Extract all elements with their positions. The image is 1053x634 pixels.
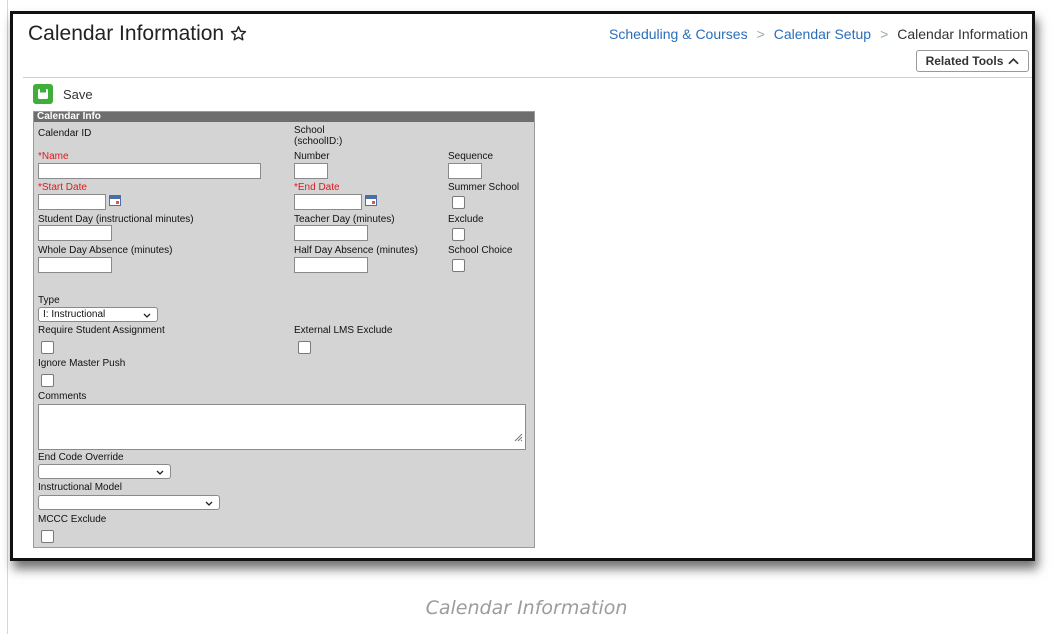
instructional-model-label: Instructional Model [38, 482, 122, 493]
breadcrumb-current: Calendar Information [897, 26, 1028, 42]
whole-day-absence-label: Whole Day Absence (minutes) [38, 245, 173, 256]
require-student-assignment-checkbox[interactable] [41, 341, 54, 354]
related-tools-label: Related Tools [925, 54, 1004, 68]
calendar-icon[interactable] [109, 195, 121, 206]
external-lms-exclude-checkbox[interactable] [298, 341, 311, 354]
sequence-input[interactable] [448, 163, 482, 179]
calendar-id-label: Calendar ID [38, 128, 92, 139]
instructional-model-select[interactable] [38, 495, 220, 510]
exclude-checkbox[interactable] [452, 228, 465, 241]
sequence-label: Sequence [448, 151, 494, 162]
header-divider [23, 77, 1032, 78]
type-label: Type [38, 295, 60, 306]
comments-textarea[interactable] [38, 404, 526, 450]
ignore-master-push-label: Ignore Master Push [38, 358, 126, 369]
end-code-override-select[interactable] [38, 464, 171, 479]
mccc-exclude-checkbox[interactable] [41, 530, 54, 543]
mccc-exclude-label: MCCC Exclude [38, 514, 107, 525]
chevron-up-icon [1008, 54, 1020, 68]
breadcrumb-separator: > [880, 26, 889, 42]
school-choice-checkbox[interactable] [452, 259, 465, 272]
calendar-icon[interactable] [365, 195, 377, 206]
student-day-input[interactable] [38, 225, 112, 241]
resize-grip-icon[interactable] [514, 429, 523, 447]
end-date-label: *End Date [294, 182, 340, 193]
chevron-down-icon [143, 310, 151, 323]
start-date-label: *Start Date [38, 182, 87, 193]
type-select[interactable]: I: Instructional [38, 307, 158, 322]
comments-label: Comments [38, 391, 87, 402]
number-input[interactable] [294, 163, 328, 179]
external-lms-exclude-label: External LMS Exclude [294, 325, 393, 336]
summer-school-label: Summer School [448, 182, 520, 193]
calendar-information-window: Calendar Information Scheduling & Course… [10, 11, 1035, 561]
half-day-absence-input[interactable] [294, 257, 368, 273]
save-button[interactable]: Save [33, 84, 93, 104]
star-icon[interactable] [230, 24, 247, 48]
breadcrumb-scheduling-courses[interactable]: Scheduling & Courses [609, 26, 748, 42]
chevron-down-icon [156, 467, 164, 480]
half-day-absence-label: Half Day Absence (minutes) [294, 245, 418, 256]
name-input[interactable] [38, 163, 261, 179]
calendar-info-panel: Calendar Info Calendar ID School (school… [33, 111, 535, 548]
exclude-label: Exclude [448, 214, 484, 225]
save-icon [33, 84, 53, 104]
breadcrumb-calendar-setup[interactable]: Calendar Setup [774, 26, 871, 42]
teacher-day-label: Teacher Day (minutes) [294, 214, 395, 225]
summer-school-checkbox[interactable] [452, 196, 465, 209]
panel-header: Calendar Info [34, 112, 534, 122]
left-margin-rule [7, 0, 8, 634]
page-title: Calendar Information [28, 22, 247, 48]
type-select-value: I: Instructional [43, 309, 106, 320]
whole-day-absence-input[interactable] [38, 257, 112, 273]
breadcrumb-separator: > [756, 26, 765, 42]
school-choice-label: School Choice [448, 245, 513, 256]
image-caption: Calendar Information [425, 597, 628, 619]
end-code-override-label: End Code Override [38, 452, 124, 463]
end-date-input[interactable] [294, 194, 362, 210]
page-title-text: Calendar Information [28, 22, 225, 45]
teacher-day-input[interactable] [294, 225, 368, 241]
chevron-down-icon [205, 498, 213, 511]
school-label: School [294, 125, 325, 136]
start-date-input[interactable] [38, 194, 106, 210]
save-label: Save [63, 86, 93, 102]
ignore-master-push-checkbox[interactable] [41, 374, 54, 387]
number-label: Number [294, 151, 330, 162]
related-tools-button[interactable]: Related Tools [916, 50, 1029, 72]
student-day-label: Student Day (instructional minutes) [38, 214, 194, 225]
require-student-assignment-label: Require Student Assignment [38, 325, 165, 336]
school-id-label: (schoolID:) [294, 136, 343, 147]
breadcrumb: Scheduling & Courses > Calendar Setup > Cale… [609, 26, 1028, 42]
name-label: *Name [38, 151, 69, 162]
